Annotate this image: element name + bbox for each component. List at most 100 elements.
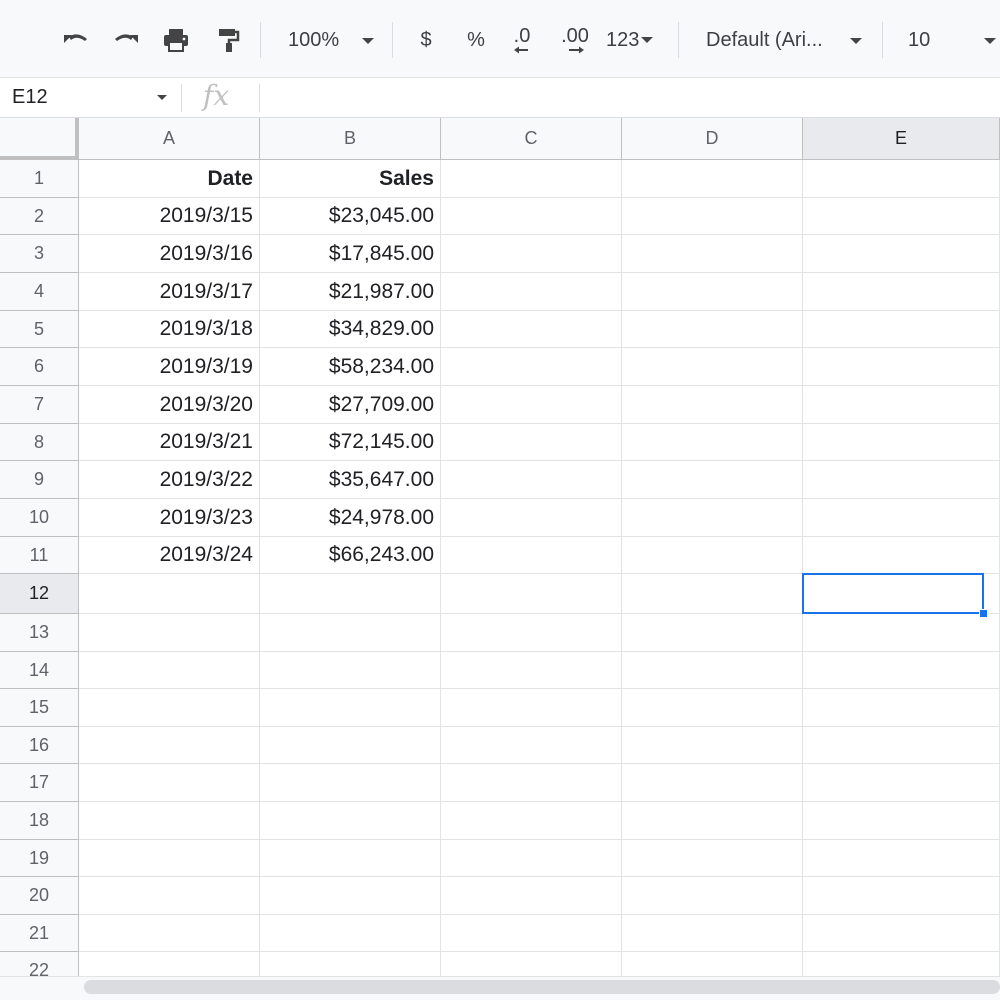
cell-e16[interactable]: [803, 727, 1000, 764]
cell-e20[interactable]: [803, 877, 1000, 915]
row-header-15[interactable]: 15: [0, 689, 79, 727]
cell-e19[interactable]: [803, 840, 1000, 877]
cell-a14[interactable]: [79, 652, 260, 689]
cell-a11[interactable]: 2019/3/24: [79, 537, 260, 574]
cell-e9[interactable]: [803, 461, 1000, 499]
cell-e8[interactable]: [803, 424, 1000, 461]
cell-a15[interactable]: [79, 689, 260, 727]
cell-d9[interactable]: [622, 461, 803, 499]
cell-e11[interactable]: [803, 537, 1000, 574]
cell-d12[interactable]: [622, 574, 803, 614]
row-header-19[interactable]: 19: [0, 840, 79, 877]
cell-c11[interactable]: [441, 537, 622, 574]
cell-e17[interactable]: [803, 764, 1000, 802]
cell-d21[interactable]: [622, 915, 803, 952]
cell-c2[interactable]: [441, 198, 622, 235]
cell-b16[interactable]: [260, 727, 441, 764]
cell-a5[interactable]: 2019/3/18: [79, 311, 260, 348]
cell-d1[interactable]: [622, 160, 803, 198]
cell-d19[interactable]: [622, 840, 803, 877]
column-header-b[interactable]: B: [260, 118, 441, 160]
cell-b12[interactable]: [260, 574, 441, 614]
cell-c7[interactable]: [441, 386, 622, 424]
cell-d18[interactable]: [622, 802, 803, 840]
cell-b13[interactable]: [260, 614, 441, 652]
cell-a18[interactable]: [79, 802, 260, 840]
cell-b8[interactable]: $72,145.00: [260, 424, 441, 461]
cell-a13[interactable]: [79, 614, 260, 652]
cell-e2[interactable]: [803, 198, 1000, 235]
cell-b15[interactable]: [260, 689, 441, 727]
cell-d8[interactable]: [622, 424, 803, 461]
cell-e10[interactable]: [803, 499, 1000, 537]
column-header-e[interactable]: E: [803, 118, 1000, 160]
row-header-10[interactable]: 10: [0, 499, 79, 537]
fill-handle[interactable]: [979, 609, 988, 618]
decrease-decimal-button[interactable]: .0: [502, 22, 542, 58]
cell-d17[interactable]: [622, 764, 803, 802]
cell-b10[interactable]: $24,978.00: [260, 499, 441, 537]
row-header-22[interactable]: 22: [0, 952, 79, 976]
cell-e6[interactable]: [803, 348, 1000, 386]
formula-input[interactable]: [262, 78, 1000, 117]
cell-a4[interactable]: 2019/3/17: [79, 273, 260, 311]
cell-a20[interactable]: [79, 877, 260, 915]
row-header-6[interactable]: 6: [0, 348, 79, 386]
font-size-select[interactable]: 10: [896, 22, 1000, 58]
cell-c18[interactable]: [441, 802, 622, 840]
row-header-8[interactable]: 8: [0, 424, 79, 461]
cell-e15[interactable]: [803, 689, 1000, 727]
column-header-c[interactable]: C: [441, 118, 622, 160]
row-header-5[interactable]: 5: [0, 311, 79, 348]
cell-a7[interactable]: 2019/3/20: [79, 386, 260, 424]
cell-e1[interactable]: [803, 160, 1000, 198]
cell-b11[interactable]: $66,243.00: [260, 537, 441, 574]
cell-b20[interactable]: [260, 877, 441, 915]
cell-c6[interactable]: [441, 348, 622, 386]
cell-a3[interactable]: 2019/3/16: [79, 235, 260, 273]
cell-d6[interactable]: [622, 348, 803, 386]
cell-c21[interactable]: [441, 915, 622, 952]
column-header-d[interactable]: D: [622, 118, 803, 160]
cell-d4[interactable]: [622, 273, 803, 311]
cell-c20[interactable]: [441, 877, 622, 915]
cell-b17[interactable]: [260, 764, 441, 802]
cell-b7[interactable]: $27,709.00: [260, 386, 441, 424]
row-header-14[interactable]: 14: [0, 652, 79, 689]
cell-a12[interactable]: [79, 574, 260, 614]
select-all-corner[interactable]: [0, 118, 79, 160]
cell-d2[interactable]: [622, 198, 803, 235]
cell-c13[interactable]: [441, 614, 622, 652]
cell-d22[interactable]: [622, 952, 803, 976]
cell-e14[interactable]: [803, 652, 1000, 689]
cell-c19[interactable]: [441, 840, 622, 877]
cell-b18[interactable]: [260, 802, 441, 840]
cell-c16[interactable]: [441, 727, 622, 764]
name-box[interactable]: E12: [0, 78, 180, 117]
cell-b4[interactable]: $21,987.00: [260, 273, 441, 311]
cell-d3[interactable]: [622, 235, 803, 273]
row-header-4[interactable]: 4: [0, 273, 79, 311]
more-formats-button[interactable]: 123: [602, 22, 666, 58]
row-header-9[interactable]: 9: [0, 461, 79, 499]
cell-d11[interactable]: [622, 537, 803, 574]
cell-a8[interactable]: 2019/3/21: [79, 424, 260, 461]
cell-c12[interactable]: [441, 574, 622, 614]
cell-a22[interactable]: [79, 952, 260, 976]
cell-d14[interactable]: [622, 652, 803, 689]
cell-e13[interactable]: [803, 614, 1000, 652]
cell-c15[interactable]: [441, 689, 622, 727]
cell-e12[interactable]: [803, 574, 1000, 614]
row-header-13[interactable]: 13: [0, 614, 79, 652]
cell-c10[interactable]: [441, 499, 622, 537]
row-header-16[interactable]: 16: [0, 727, 79, 764]
print-button[interactable]: [156, 22, 196, 58]
zoom-select[interactable]: 100%: [276, 22, 382, 58]
row-header-12[interactable]: 12: [0, 574, 79, 614]
cell-d7[interactable]: [622, 386, 803, 424]
row-header-18[interactable]: 18: [0, 802, 79, 840]
cell-d16[interactable]: [622, 727, 803, 764]
paint-format-button[interactable]: [208, 22, 248, 58]
cell-b1[interactable]: Sales: [260, 160, 441, 198]
row-header-11[interactable]: 11: [0, 537, 79, 574]
